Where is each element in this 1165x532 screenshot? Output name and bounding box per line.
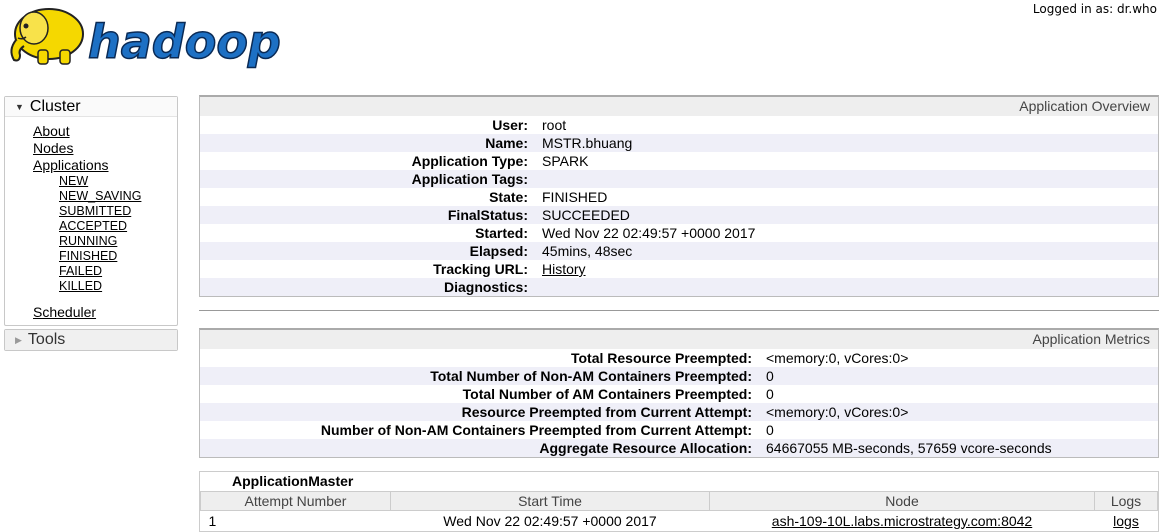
table-row: Total Number of AM Containers Preempted:… bbox=[200, 385, 1158, 403]
table-row: FinalStatus: SUCCEEDED bbox=[200, 206, 1158, 224]
field-value: Wed Nov 22 02:49:57 +0000 2017 bbox=[542, 224, 1158, 242]
nav-scheduler-link[interactable]: Scheduler bbox=[33, 304, 177, 321]
triangle-right-icon: ▶ bbox=[15, 334, 22, 345]
overview-title: Application Overview bbox=[200, 97, 1158, 116]
cluster-label: Cluster bbox=[29, 97, 81, 115]
table-row: Elapsed: 45mins, 48sec bbox=[200, 242, 1158, 260]
cluster-section: ▼ Cluster About Nodes Applications NEW N… bbox=[4, 96, 178, 326]
table-row: State: FINISHED bbox=[200, 188, 1158, 206]
field-label: Started: bbox=[200, 224, 542, 242]
table-row: Number of Non-AM Containers Preempted fr… bbox=[200, 421, 1158, 439]
metrics-title: Application Metrics bbox=[200, 330, 1158, 349]
col-start-time[interactable]: Start Time bbox=[390, 491, 710, 511]
field-label: Aggregate Resource Allocation: bbox=[200, 439, 766, 457]
application-metrics-panel: Application Metrics Total Resource Preem… bbox=[199, 328, 1159, 458]
cluster-header[interactable]: ▼ Cluster bbox=[5, 97, 177, 117]
state-accepted-link[interactable]: ACCEPTED bbox=[59, 219, 177, 234]
field-label: User: bbox=[200, 116, 542, 134]
field-label: Tracking URL: bbox=[200, 260, 542, 278]
overview-table: User: root Name: MSTR.bhuang Application Typ… bbox=[200, 116, 1158, 296]
field-value: FINISHED bbox=[542, 188, 1158, 206]
field-label: Application Tags: bbox=[200, 170, 542, 188]
start-time-cell: Wed Nov 22 02:49:57 +0000 2017 bbox=[443, 512, 657, 529]
table-row: Total Resource Preempted: <memory:0, vCor… bbox=[200, 349, 1158, 367]
logs-link[interactable]: logs bbox=[1113, 513, 1139, 529]
col-attempt-number[interactable]: Attempt Number bbox=[200, 491, 391, 511]
divider bbox=[199, 310, 1159, 311]
tracking-url-link[interactable]: History bbox=[542, 261, 586, 277]
application-overview-panel: Application Overview User: root Name: MSTR.… bbox=[199, 95, 1159, 297]
state-failed-link[interactable]: FAILED bbox=[59, 264, 177, 279]
field-value: SUCCEEDED bbox=[542, 206, 1158, 224]
table-row: Tracking URL: History bbox=[200, 260, 1158, 278]
nav-applications-link[interactable]: Applications bbox=[33, 157, 177, 174]
tools-label: Tools bbox=[27, 331, 66, 348]
field-label: Resource Preempted from Current Attempt: bbox=[200, 403, 766, 421]
table-row: Started: Wed Nov 22 02:49:57 +0000 2017 bbox=[200, 224, 1158, 242]
field-label: Total Number of AM Containers Preempted: bbox=[200, 385, 766, 403]
logo-text: hadoop bbox=[88, 15, 281, 69]
state-running-link[interactable]: RUNNING bbox=[59, 234, 177, 249]
col-logs[interactable]: Logs bbox=[1094, 491, 1158, 511]
application-master-section: ApplicationMaster Attempt Number Start T… bbox=[199, 471, 1159, 532]
state-new-link[interactable]: NEW bbox=[59, 174, 177, 189]
tools-header[interactable]: ▶ Tools bbox=[5, 330, 177, 350]
field-value: 45mins, 48sec bbox=[542, 242, 1158, 260]
attempt-number-cell: 1 bbox=[208, 512, 217, 529]
state-finished-link[interactable]: FINISHED bbox=[59, 249, 177, 264]
field-label: Total Number of Non-AM Containers Preemp… bbox=[200, 367, 766, 385]
table-row: Application Type: SPARK bbox=[200, 152, 1158, 170]
metrics-table: Total Resource Preempted: <memory:0, vCor… bbox=[200, 349, 1158, 457]
tools-section: ▶ Tools bbox=[4, 329, 178, 351]
field-label: FinalStatus: bbox=[200, 206, 542, 224]
nav-nodes-link[interactable]: Nodes bbox=[33, 140, 177, 157]
table-row: User: root bbox=[200, 116, 1158, 134]
table-row: Resource Preempted from Current Attempt:… bbox=[200, 403, 1158, 421]
field-value: 64667055 MB-seconds, 57659 vcore-seconds bbox=[766, 439, 1158, 457]
field-value: SPARK bbox=[542, 152, 1158, 170]
table-row: Name: MSTR.bhuang bbox=[200, 134, 1158, 152]
table-row: Aggregate Resource Allocation: 64667055 M… bbox=[200, 439, 1158, 457]
table-row: Application Tags: bbox=[200, 170, 1158, 188]
field-value: 0 bbox=[766, 385, 1158, 403]
triangle-down-icon: ▼ bbox=[15, 101, 24, 112]
node-link[interactable]: ash-109-10L.labs.microstrategy.com:8042 bbox=[772, 513, 1032, 529]
field-label: Number of Non-AM Containers Preempted fr… bbox=[200, 421, 766, 439]
app-state-list: NEW NEW_SAVING SUBMITTED ACCEPTED RUNNIN… bbox=[33, 174, 177, 294]
nav-about-link[interactable]: About bbox=[33, 123, 177, 140]
field-value bbox=[542, 278, 1158, 296]
field-value: <memory:0, vCores:0> bbox=[766, 403, 1158, 421]
field-label: Elapsed: bbox=[200, 242, 542, 260]
state-new-saving-link[interactable]: NEW_SAVING bbox=[59, 189, 177, 204]
col-node[interactable]: Node bbox=[709, 491, 1095, 511]
elephant-icon: hadoop bbox=[10, 8, 282, 70]
logged-in-status: Logged in as: dr.who bbox=[1032, 2, 1157, 16]
field-value bbox=[542, 170, 1158, 188]
field-value: root bbox=[542, 116, 1158, 134]
field-value: 0 bbox=[766, 421, 1158, 439]
hadoop-logo[interactable]: hadoop bbox=[4, 0, 304, 72]
attempts-table: Attempt Number Start Time Node Logs 1 We… bbox=[200, 491, 1158, 531]
table-row: Total Number of Non-AM Containers Preemp… bbox=[200, 367, 1158, 385]
application-master-title: ApplicationMaster bbox=[232, 473, 354, 489]
sidebar-nav: ▼ Cluster About Nodes Applications NEW N… bbox=[4, 96, 178, 351]
field-label: State: bbox=[200, 188, 542, 206]
field-label: Total Resource Preempted: bbox=[200, 349, 766, 367]
field-label: Name: bbox=[200, 134, 542, 152]
field-value: 0 bbox=[766, 367, 1158, 385]
field-label: Diagnostics: bbox=[200, 278, 542, 296]
table-row: Diagnostics: bbox=[200, 278, 1158, 296]
field-label: Application Type: bbox=[200, 152, 542, 170]
state-killed-link[interactable]: KILLED bbox=[59, 279, 177, 294]
state-submitted-link[interactable]: SUBMITTED bbox=[59, 204, 177, 219]
table-row: 1 Wed Nov 22 02:49:57 +0000 2017 ash-109… bbox=[201, 511, 1158, 531]
field-value: MSTR.bhuang bbox=[542, 134, 1158, 152]
field-value: <memory:0, vCores:0> bbox=[766, 349, 1158, 367]
